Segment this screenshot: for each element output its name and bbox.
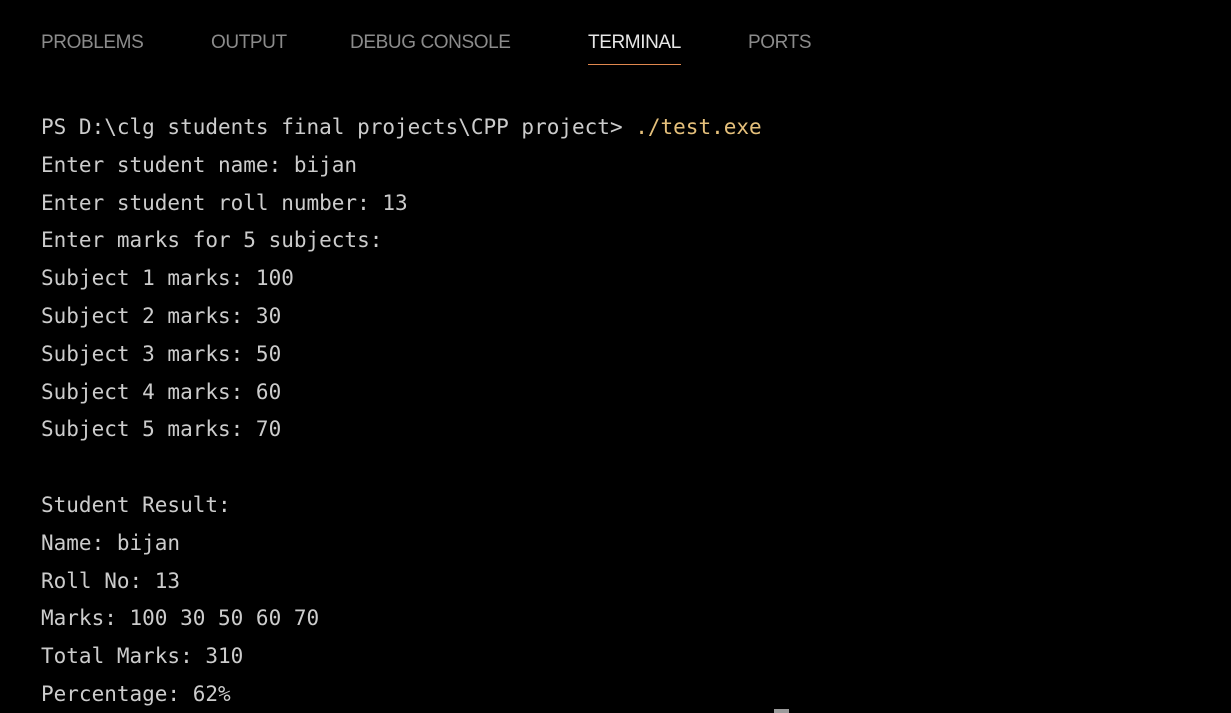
result-line: Total Marks: 310 xyxy=(41,644,244,669)
output-line: Subject 4 marks: 60 xyxy=(41,379,282,404)
output-line: Enter student roll number: 13 xyxy=(41,190,408,215)
result-line: Roll No: 13 xyxy=(41,568,181,593)
output-line: Enter marks for 5 subjects: xyxy=(41,228,383,253)
tab-ports-label: PORTS xyxy=(748,32,812,53)
command-text: ./test.exe xyxy=(635,115,762,139)
active-tab-underline xyxy=(588,64,681,65)
tab-ports[interactable]: PORTS xyxy=(748,31,812,55)
panel-tab-bar: PROBLEMS OUTPUT DEBUG CONSOLE TERMINAL P… xyxy=(0,0,1231,70)
output-line: Enter student name: bijan xyxy=(41,152,358,177)
tab-output-label: OUTPUT xyxy=(211,32,287,53)
tab-terminal-label: TERMINAL xyxy=(588,32,681,53)
tab-output[interactable]: OUTPUT xyxy=(211,31,287,55)
output-line: Subject 3 marks: 50 xyxy=(41,341,282,366)
terminal-output[interactable]: PS D:\clg students final projects\CPP pr… xyxy=(41,109,1231,713)
tab-terminal[interactable]: TERMINAL xyxy=(588,31,681,65)
terminal-panel: PROBLEMS OUTPUT DEBUG CONSOLE TERMINAL P… xyxy=(0,0,1231,713)
result-line: Marks: 100 30 50 60 70 xyxy=(41,606,320,631)
result-line: Percentage: 62% xyxy=(41,681,231,706)
tab-debug-console-label: DEBUG CONSOLE xyxy=(350,32,511,53)
text-cursor xyxy=(774,709,789,713)
output-line: Subject 2 marks: 30 xyxy=(41,303,282,328)
tab-problems[interactable]: PROBLEMS xyxy=(41,31,144,55)
result-line: Name: bijan xyxy=(41,530,181,555)
prompt-line: PS D:\clg students final projects\CPP pr… xyxy=(41,109,1231,147)
result-line: Student Result: xyxy=(41,492,231,517)
output-line: Subject 5 marks: 70 xyxy=(41,417,282,442)
prompt-path: PS D:\clg students final projects\CPP pr… xyxy=(41,115,636,139)
tab-debug-console[interactable]: DEBUG CONSOLE xyxy=(350,31,511,55)
output-line: Subject 1 marks: 100 xyxy=(41,266,294,291)
tab-problems-label: PROBLEMS xyxy=(41,32,144,53)
